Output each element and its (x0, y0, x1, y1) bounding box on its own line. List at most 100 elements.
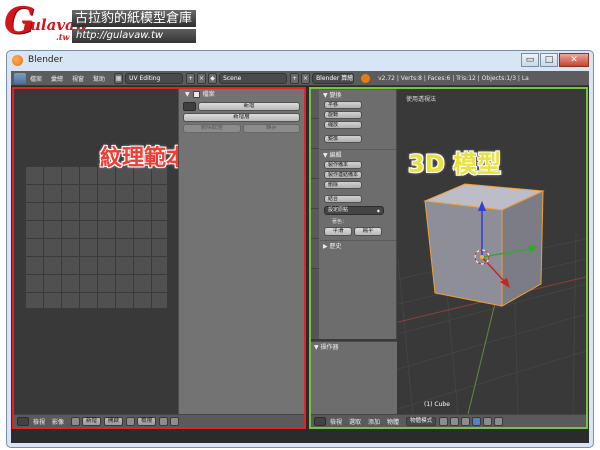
menu-render[interactable]: 彙總 (51, 74, 63, 83)
blender-app-icon (12, 55, 23, 66)
view3d-menu-add[interactable]: 添加 (368, 417, 380, 426)
viewport-scene (398, 183, 586, 414)
viewport-perspective-label: 使用透視法 (406, 96, 437, 103)
view3d-area: ▼ 變換 平移 旋轉 縮放 鏡像 ▼ 編輯 製作備本 製作連結備本 刪除 結合 … (309, 87, 588, 429)
uv-editor-header: 檢視 影像 新增 開啟 檢視 (14, 414, 304, 427)
window-controls: ▭ □ ✕ (521, 53, 589, 67)
scale-manipulator-icon[interactable] (494, 416, 504, 426)
uv-view-dropdown[interactable]: 檢視 (137, 416, 157, 426)
duplicate-button[interactable]: 製作備本 (324, 161, 362, 169)
view3d-header: 檢視 選取 添加 物體 物體模式 (311, 414, 586, 427)
pivot-point-icon[interactable] (450, 416, 460, 426)
scene-icon[interactable]: ◆ (208, 72, 218, 84)
menu-file[interactable]: 檔案 (30, 74, 42, 83)
view3d-menu-object[interactable]: 物體 (387, 417, 399, 426)
pivot-icon[interactable] (159, 416, 169, 426)
uv-grid (24, 165, 168, 309)
close-button[interactable]: ✕ (559, 53, 589, 67)
logo-tw: .tw (56, 32, 70, 42)
blender-window: Blender ▭ □ ✕ 檔案 彙總 視窗 幫助 ▦ UV Editing +… (6, 50, 594, 448)
screen-remove-button[interactable]: × (197, 72, 207, 84)
uv-canvas[interactable]: 紋理範本 (14, 89, 188, 427)
info-header: 檔案 彙總 視窗 幫助 ▦ UV Editing + × ◆ Scene + ×… (11, 71, 589, 86)
minimize-button[interactable]: ▭ (521, 53, 539, 67)
duplicate-linked-button[interactable]: 製作連結備本 (324, 171, 362, 179)
save-texture-button[interactable]: 轉存 (242, 124, 300, 133)
blender-logo-icon (361, 73, 371, 83)
tool-shelf-content: ▼ 變換 平移 旋轉 縮放 鏡像 ▼ 編輯 製作備本 製作連結備本 刪除 結合 … (320, 89, 396, 251)
uv-new-button[interactable]: 新增 (82, 416, 102, 426)
blender-app: 檔案 彙總 視窗 幫助 ▦ UV Editing + × ◆ Scene + ×… (11, 71, 589, 443)
watermark-url: http://gulavaw.tw (72, 29, 196, 43)
scene-add-button[interactable]: + (290, 72, 300, 84)
render-engine-dropdown[interactable]: Blender 算繪 (312, 72, 355, 84)
tool-shelf: ▼ 變換 平移 旋轉 縮放 鏡像 ▼ 編輯 製作備本 製作連結備本 刪除 結合 … (311, 89, 397, 339)
create-tab[interactable] (311, 119, 319, 149)
screen-add-button[interactable]: + (186, 72, 196, 84)
operator-header[interactable]: ▼ 操作器 (311, 342, 397, 353)
physics-tab[interactable] (311, 209, 319, 239)
join-button[interactable]: 結合 (324, 195, 362, 203)
shade-smooth-button[interactable]: 平滑 (324, 227, 352, 236)
3d-viewport[interactable]: 使用透視法 3D 模型 (1) Cube (398, 89, 586, 414)
pin-icon[interactable] (126, 416, 136, 426)
window-title: Blender (28, 55, 63, 65)
shading-label: 著色： (332, 219, 348, 225)
uv-editor-annotation: 紋理範本 (100, 146, 189, 171)
new-layer-button[interactable]: 新增層 (183, 113, 300, 122)
operator-panel: ▼ 操作器 (311, 341, 397, 415)
editor-type-icon[interactable] (17, 416, 29, 426)
uv-menu-image[interactable]: 影像 (52, 417, 64, 426)
transform-header[interactable]: ▼ 變換 (320, 89, 396, 100)
panel-checkbox[interactable] (192, 91, 200, 98)
view3d-editor-type-icon[interactable] (314, 416, 326, 426)
screen-layout-field[interactable]: UV Editing (125, 72, 184, 84)
tool-shelf-tabs (311, 89, 319, 339)
manipulator-toggle-icon[interactable] (461, 416, 471, 426)
rotate-manipulator-icon[interactable] (483, 416, 493, 426)
menu-window[interactable]: 視窗 (72, 74, 84, 83)
snap-icon[interactable] (170, 416, 180, 426)
brush-icon[interactable] (183, 102, 196, 111)
uv-menu-view[interactable]: 檢視 (33, 417, 45, 426)
edit-header[interactable]: ▼ 編輯 (320, 149, 396, 160)
view3d-menu-view[interactable]: 檢視 (330, 417, 342, 426)
view3d-menu-select[interactable]: 選取 (349, 417, 361, 426)
view3d-annotation: 3D 模型 (408, 150, 501, 178)
shade-flat-button[interactable]: 扁平 (354, 227, 382, 236)
animation-tab[interactable] (311, 179, 319, 209)
image-browse-icon[interactable] (71, 416, 81, 426)
tool-tab[interactable] (311, 89, 319, 119)
watermark-name: 古拉豹的紙模型倉庫 (72, 10, 196, 27)
scene-field[interactable]: Scene (219, 72, 288, 84)
watermark-logo: G ulavaw .tw 古拉豹的紙模型倉庫 http://gulavaw.tw (2, 0, 198, 46)
collapse-triangle-icon: ▼ (185, 91, 190, 98)
set-origin-dropdown[interactable]: 設定原點 (324, 206, 384, 215)
translate-manipulator-icon[interactable] (472, 416, 482, 426)
remove-texture-button[interactable]: 刪除紋理 (183, 124, 241, 133)
menu-help[interactable]: 幫助 (93, 74, 105, 83)
info-editor-type-icon[interactable] (14, 72, 26, 84)
viewport-shading-icon[interactable] (439, 416, 449, 426)
relations-tab[interactable] (311, 149, 319, 179)
selected-object-label: (1) Cube (424, 401, 450, 408)
scene-remove-button[interactable]: × (301, 72, 311, 84)
mode-dropdown[interactable]: 物體模式 (406, 416, 437, 426)
delete-button[interactable]: 刪除 (324, 181, 362, 189)
translate-button[interactable]: 平移 (324, 101, 362, 109)
grease-pencil-tab[interactable] (311, 239, 319, 269)
maximize-button[interactable]: □ (540, 53, 558, 67)
scale-button[interactable]: 縮放 (324, 121, 362, 129)
cube-object[interactable] (423, 183, 545, 307)
uv-editor-area: 紋理範本 ▼ 檔案 新增 新增層 刪除紋理 轉存 檢視 影像 新增 開啟 檢視 (12, 87, 306, 429)
object-origin (480, 255, 484, 259)
screen-layout-icon[interactable]: ▦ (114, 72, 124, 84)
uv-open-button[interactable]: 開啟 (104, 416, 124, 426)
file-panel-header[interactable]: ▼ 檔案 (179, 89, 304, 100)
mirror-button[interactable]: 鏡像 (324, 135, 362, 143)
scene-stats: v2.72 | Verts:8 | Faces:6 | Tris:12 | Ob… (378, 74, 529, 82)
uv-properties-panel: ▼ 檔案 新增 新增層 刪除紋理 轉存 (178, 89, 304, 427)
history-header[interactable]: ▶ 歷史 (320, 240, 396, 251)
rotate-button[interactable]: 旋轉 (324, 111, 362, 119)
new-image-button[interactable]: 新增 (198, 102, 300, 111)
